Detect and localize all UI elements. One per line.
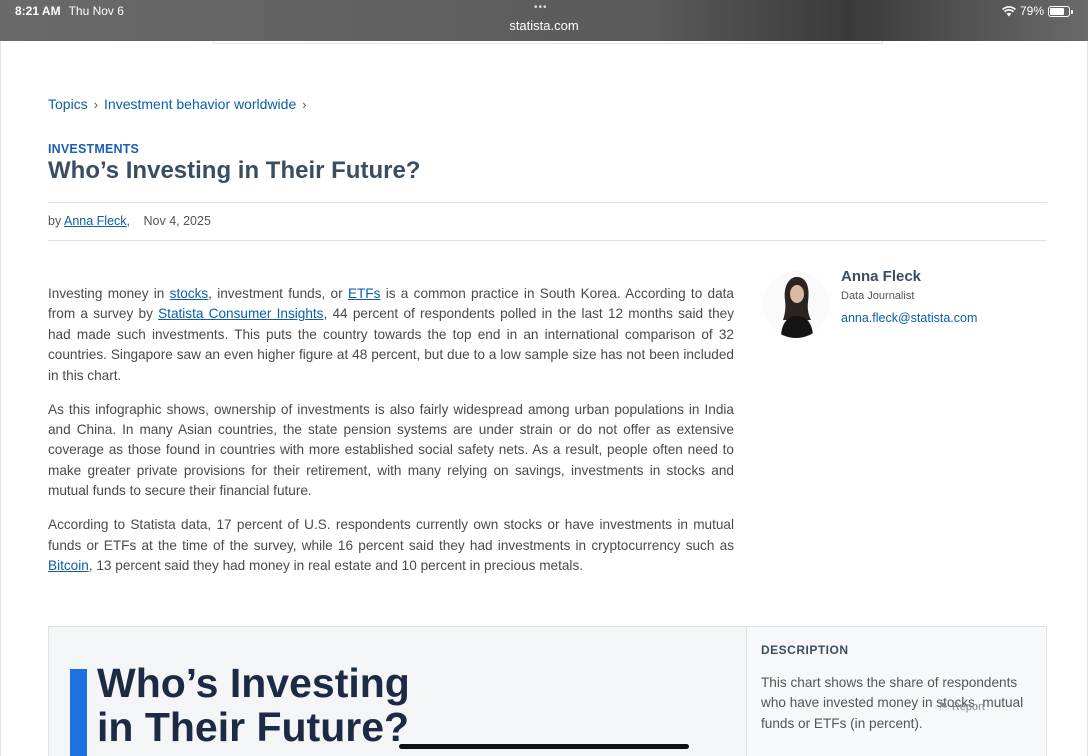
- author-email[interactable]: anna.fleck@statista.com: [841, 311, 977, 325]
- flag-icon: ⚑: [938, 701, 948, 713]
- divider: [48, 240, 1047, 241]
- status-bar: 8:21 AM Thu Nov 6 ••• statista.com 79%: [0, 0, 1088, 41]
- description-pane: DESCRIPTION This chart shows the share o…: [761, 643, 1041, 734]
- battery-percent: 79%: [1019, 4, 1044, 18]
- author-name[interactable]: Anna Fleck: [841, 268, 921, 285]
- breadcrumb: Topics › Investment behavior worldwide ›: [48, 96, 307, 112]
- infographic-preview[interactable]: Who’s Investing in Their Future?: [49, 627, 747, 756]
- author-avatar[interactable]: [763, 270, 829, 338]
- publish-date: Nov 4, 2025: [143, 214, 211, 228]
- report-button[interactable]: ⚑ Report: [938, 700, 985, 714]
- wifi-icon: [1002, 6, 1016, 17]
- breadcrumb-topics[interactable]: Topics: [48, 96, 88, 112]
- description-label: DESCRIPTION: [761, 643, 849, 657]
- etfs-link[interactable]: ETFs: [348, 286, 380, 301]
- article-kicker[interactable]: INVESTMENTS: [48, 142, 139, 156]
- home-indicator[interactable]: [399, 744, 689, 749]
- header-edge: [213, 41, 883, 44]
- author-link[interactable]: Anna Fleck: [64, 214, 127, 228]
- stocks-link[interactable]: stocks: [170, 286, 209, 301]
- paragraph: As this infographic shows, ownership of …: [48, 401, 734, 499]
- paragraph: According to Statista data, 17 percent o…: [48, 517, 734, 574]
- accent-bar: [70, 669, 87, 756]
- divider: [48, 202, 1047, 203]
- byline-prefix: by: [48, 214, 62, 228]
- consumer-insights-link[interactable]: Statista Consumer Insights: [158, 306, 323, 321]
- status-indicators: 79%: [1002, 4, 1073, 18]
- battery-icon: [1048, 5, 1073, 17]
- status-time: 8:21 AM Thu Nov 6: [15, 4, 124, 18]
- page-content: Topics › Investment behavior worldwide ›…: [0, 41, 1088, 756]
- description-text: This chart shows the share of respondent…: [761, 675, 1024, 731]
- paragraph: Investing money in stocks, investment fu…: [48, 286, 734, 383]
- breadcrumb-separator: ›: [93, 96, 99, 112]
- byline: by Anna Fleck, Nov 4, 2025: [48, 214, 211, 228]
- page-title: Who’s Investing in Their Future?: [48, 157, 421, 184]
- infographic-panel: Who’s Investing in Their Future? DESCRIP…: [48, 626, 1047, 756]
- article-body: Investing money in stocks, investment fu…: [48, 284, 734, 590]
- breadcrumb-separator: ›: [302, 96, 307, 112]
- more-dots-icon[interactable]: •••: [534, 2, 548, 13]
- author-role: Data Journalist: [841, 290, 915, 302]
- bitcoin-link[interactable]: Bitcoin: [48, 558, 89, 573]
- address-url[interactable]: statista.com: [0, 18, 1088, 33]
- breadcrumb-investment-behavior[interactable]: Investment behavior worldwide: [104, 96, 296, 112]
- status-date: Thu Nov 6: [68, 4, 124, 18]
- infographic-title: Who’s Investing in Their Future?: [97, 660, 410, 750]
